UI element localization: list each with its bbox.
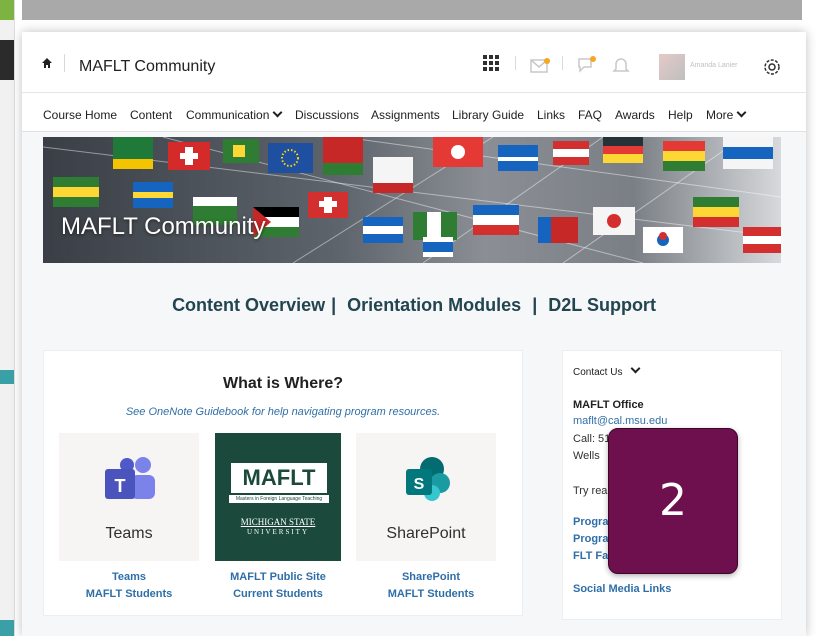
left-strip-accent <box>0 0 14 20</box>
phone-line: Call: 51 <box>573 433 611 445</box>
maflt-public-link[interactable]: MAFLT Public Site Current Students <box>203 569 353 603</box>
teams-link[interactable]: Teams MAFLT Students <box>54 569 204 603</box>
chat-icon[interactable] <box>577 56 597 74</box>
svg-text:T: T <box>115 476 126 496</box>
apps-grid-icon[interactable] <box>482 54 500 72</box>
sharepoint-tile[interactable]: S SharePoint <box>356 433 496 561</box>
sharepoint-link-line2: MAFLT Students <box>387 588 475 600</box>
menu-course-home[interactable]: Course Home <box>43 108 117 122</box>
teams-tile[interactable]: T Teams <box>59 433 199 561</box>
menu-help[interactable]: Help <box>668 108 693 122</box>
menu-communication[interactable]: Communication <box>186 107 283 122</box>
card-title: What is Where? <box>222 375 343 392</box>
link-separator-2: | <box>532 295 538 315</box>
address-line: Wells <box>573 450 600 462</box>
maflt-link-line1: MAFLT Public Site <box>230 571 326 583</box>
sharepoint-link-line1: SharePoint <box>401 571 461 583</box>
menu-awards[interactable]: Awards <box>615 108 655 122</box>
menu-more-label: More <box>706 108 734 122</box>
svg-text:S: S <box>414 476 425 493</box>
msu-university: UNIVERSITY <box>247 528 309 536</box>
msu-wordmark: MICHIGAN STATE <box>240 517 316 527</box>
link-separator: | <box>331 295 337 315</box>
d2l-support-link[interactable]: D2L Support <box>548 295 656 315</box>
card-subtitle[interactable]: See OneNote Guidebook for help navigatin… <box>44 406 522 418</box>
avatar[interactable] <box>659 54 685 80</box>
teams-link-line2: MAFLT Students <box>85 588 173 600</box>
course-banner: MAFLT Community <box>43 137 781 263</box>
home-icon[interactable] <box>42 58 52 68</box>
course-title[interactable]: MAFLT Community <box>79 58 215 76</box>
contact-header[interactable]: Contact Us <box>573 363 641 378</box>
menu-communication-label: Communication <box>186 108 270 122</box>
top-bar <box>22 0 802 20</box>
what-is-where-card: What is Where? See OneNote Guidebook for… <box>43 350 523 616</box>
left-strip <box>0 0 15 636</box>
maflt-logo-sub: Masters in Foreign Language Teaching <box>229 495 329 503</box>
teams-icon: T <box>105 457 155 499</box>
program-link-1[interactable]: Progra <box>573 516 608 528</box>
quick-links: Content Overview | Orientation Modules | … <box>22 295 806 316</box>
menu-more[interactable]: More <box>706 107 747 122</box>
course-menu: Course Home Content Communication Discus… <box>22 93 806 132</box>
banner-title: MAFLT Community <box>61 213 266 240</box>
user-name[interactable]: Amanda Lanier <box>690 62 737 69</box>
navbar: MAFLT Community Amanda Lanier <box>22 32 806 93</box>
chevron-down-icon <box>272 107 283 118</box>
step-badge: 2 <box>608 428 738 574</box>
icon-separator-2 <box>562 56 563 70</box>
sharepoint-label: SharePoint <box>386 525 466 542</box>
flags-image <box>43 137 781 263</box>
bell-icon[interactable] <box>612 56 630 74</box>
left-strip-dark <box>0 40 14 80</box>
maflt-logo: MAFLT <box>231 463 327 493</box>
menu-library-guide[interactable]: Library Guide <box>452 108 524 122</box>
teams-link-line1: Teams <box>111 571 147 583</box>
left-strip-teal <box>0 370 14 384</box>
maflt-link-line2: Current Students <box>233 588 323 600</box>
flt-faculty-link[interactable]: FLT Fa <box>573 550 608 562</box>
orientation-modules-link[interactable]: Orientation Modules <box>347 295 521 315</box>
sharepoint-icon: S <box>406 457 450 501</box>
sharepoint-link[interactable]: SharePoint MAFLT Students <box>356 569 506 603</box>
email-link[interactable]: maflt@cal.msu.edu <box>573 415 667 427</box>
social-media-link[interactable]: Social Media Links <box>573 583 671 595</box>
nav-separator <box>64 54 65 72</box>
contact-header-label: Contact Us <box>573 367 623 378</box>
menu-assignments[interactable]: Assignments <box>371 108 440 122</box>
try-line: Try rea <box>573 485 608 497</box>
gear-icon[interactable] <box>761 56 783 78</box>
chevron-down-icon <box>736 107 747 118</box>
menu-faq[interactable]: FAQ <box>578 108 602 122</box>
menu-content[interactable]: Content <box>130 108 172 122</box>
teams-label: Teams <box>105 525 153 542</box>
office-name: MAFLT Office <box>573 399 644 411</box>
program-link-2[interactable]: Progra <box>573 533 608 545</box>
menu-links[interactable]: Links <box>537 108 565 122</box>
content-overview-link[interactable]: Content Overview <box>172 295 325 315</box>
mail-icon[interactable] <box>530 58 550 74</box>
icon-separator <box>515 56 516 70</box>
maflt-tile[interactable]: MAFLT Masters in Foreign Language Teachi… <box>215 433 341 561</box>
chevron-down-icon <box>631 363 641 374</box>
menu-discussions[interactable]: Discussions <box>295 108 359 122</box>
left-strip-teal-bottom <box>0 620 14 636</box>
